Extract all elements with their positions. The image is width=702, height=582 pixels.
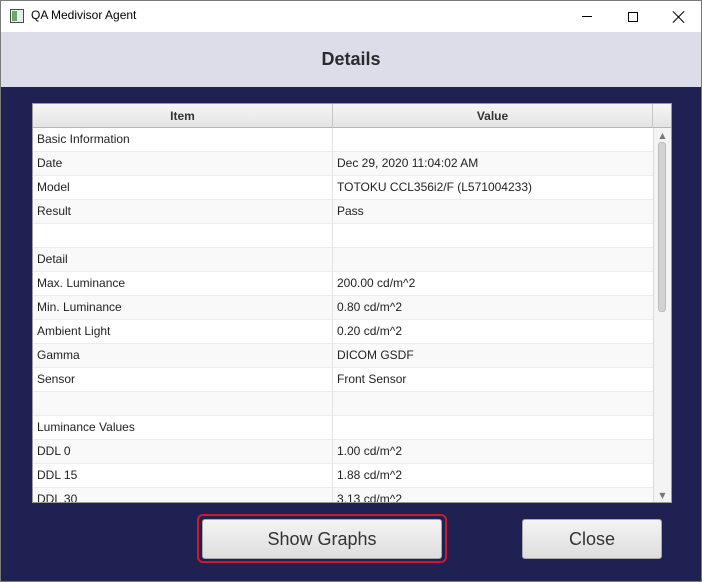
minimize-icon bbox=[582, 16, 592, 17]
cell-value bbox=[333, 416, 653, 440]
close-icon bbox=[673, 11, 685, 23]
table-row[interactable]: Sensor Front Sensor bbox=[33, 368, 653, 392]
details-table: Item Value Basic Information Date Dec 29, … bbox=[32, 103, 672, 503]
minimize-button[interactable] bbox=[564, 1, 610, 32]
table-row[interactable]: DDL 0 1.00 cd/m^2 bbox=[33, 440, 653, 464]
cell-value: Pass bbox=[337, 204, 364, 218]
cell-value: 1.88 cd/m^2 bbox=[337, 468, 402, 482]
app-window: QA Medivisor Agent Details Item Value Ba… bbox=[0, 0, 702, 582]
cell-item: Model bbox=[33, 176, 333, 200]
cell-item: Basic Information bbox=[33, 128, 333, 152]
table-header: Item Value bbox=[33, 104, 671, 128]
window-title: QA Medivisor Agent bbox=[31, 8, 137, 22]
app-icon bbox=[10, 9, 24, 23]
cell-value bbox=[333, 224, 653, 248]
cell-value: DICOM GSDF bbox=[337, 348, 414, 362]
cell-item: Sensor bbox=[33, 368, 333, 392]
table-row[interactable]: Basic Information bbox=[33, 128, 653, 152]
cell-item: Ambient Light bbox=[33, 320, 333, 344]
table-row[interactable]: Date Dec 29, 2020 11:04:02 AM bbox=[33, 152, 653, 176]
column-header-corner bbox=[653, 104, 671, 128]
cell-value: 200.00 cd/m^2 bbox=[337, 276, 416, 290]
table-row[interactable]: DDL 30 3.13 cd/m^2 bbox=[33, 488, 653, 503]
cell-item: Luminance Values bbox=[33, 416, 333, 440]
show-graphs-button[interactable]: Show Graphs bbox=[202, 519, 442, 559]
table-row[interactable]: Luminance Values bbox=[33, 416, 653, 440]
scroll-down-icon[interactable]: ▼ bbox=[654, 488, 671, 502]
close-button[interactable]: Close bbox=[522, 519, 662, 559]
cell-value bbox=[333, 248, 653, 272]
page-title: Details bbox=[321, 49, 381, 69]
cell-item: Gamma bbox=[33, 344, 333, 368]
column-header-value[interactable]: Value bbox=[333, 104, 653, 128]
cell-item: Max. Luminance bbox=[33, 272, 333, 296]
table-body: Basic Information Date Dec 29, 2020 11:04:… bbox=[33, 128, 653, 503]
table-row[interactable]: Max. Luminance 200.00 cd/m^2 bbox=[33, 272, 653, 296]
details-header: Details bbox=[1, 32, 701, 87]
cell-item bbox=[33, 392, 333, 416]
table-row[interactable]: Ambient Light 0.20 cd/m^2 bbox=[33, 320, 653, 344]
cell-value: TOTOKU CCL356i2/F (L571004233) bbox=[337, 180, 532, 194]
cell-item: Min. Luminance bbox=[33, 296, 333, 320]
table-row[interactable]: Result Pass bbox=[33, 200, 653, 224]
vertical-scrollbar[interactable]: ▲ ▼ bbox=[653, 128, 671, 502]
table-row[interactable]: Gamma DICOM GSDF bbox=[33, 344, 653, 368]
table-row[interactable]: Detail bbox=[33, 248, 653, 272]
cell-item: DDL 15 bbox=[33, 464, 333, 488]
cell-value: Dec 29, 2020 11:04:02 AM bbox=[337, 156, 479, 170]
table-row[interactable] bbox=[33, 224, 653, 248]
title-bar[interactable]: QA Medivisor Agent bbox=[1, 1, 701, 32]
column-header-item[interactable]: Item bbox=[33, 104, 333, 128]
cell-item: Detail bbox=[33, 248, 333, 272]
scroll-thumb[interactable] bbox=[658, 142, 666, 312]
maximize-button[interactable] bbox=[610, 1, 656, 32]
cell-value: 1.00 cd/m^2 bbox=[337, 444, 402, 458]
scroll-up-icon[interactable]: ▲ bbox=[654, 128, 671, 142]
table-row[interactable]: Model TOTOKU CCL356i2/F (L571004233) bbox=[33, 176, 653, 200]
cell-value bbox=[333, 128, 653, 152]
table-row[interactable]: DDL 15 1.88 cd/m^2 bbox=[33, 464, 653, 488]
maximize-icon bbox=[628, 11, 638, 22]
cell-value: 0.20 cd/m^2 bbox=[337, 324, 402, 338]
cell-item: DDL 0 bbox=[33, 440, 333, 464]
cell-item: DDL 30 bbox=[33, 488, 333, 502]
cell-value bbox=[333, 392, 653, 416]
cell-value: 3.13 cd/m^2 bbox=[337, 492, 402, 503]
cell-item: Date bbox=[33, 152, 333, 176]
cell-item bbox=[33, 224, 333, 248]
window-close-button[interactable] bbox=[656, 1, 701, 32]
table-row[interactable] bbox=[33, 392, 653, 416]
cell-item: Result bbox=[33, 200, 333, 224]
cell-value: 0.80 cd/m^2 bbox=[337, 300, 402, 314]
cell-value: Front Sensor bbox=[337, 372, 407, 386]
table-row[interactable]: Min. Luminance 0.80 cd/m^2 bbox=[33, 296, 653, 320]
